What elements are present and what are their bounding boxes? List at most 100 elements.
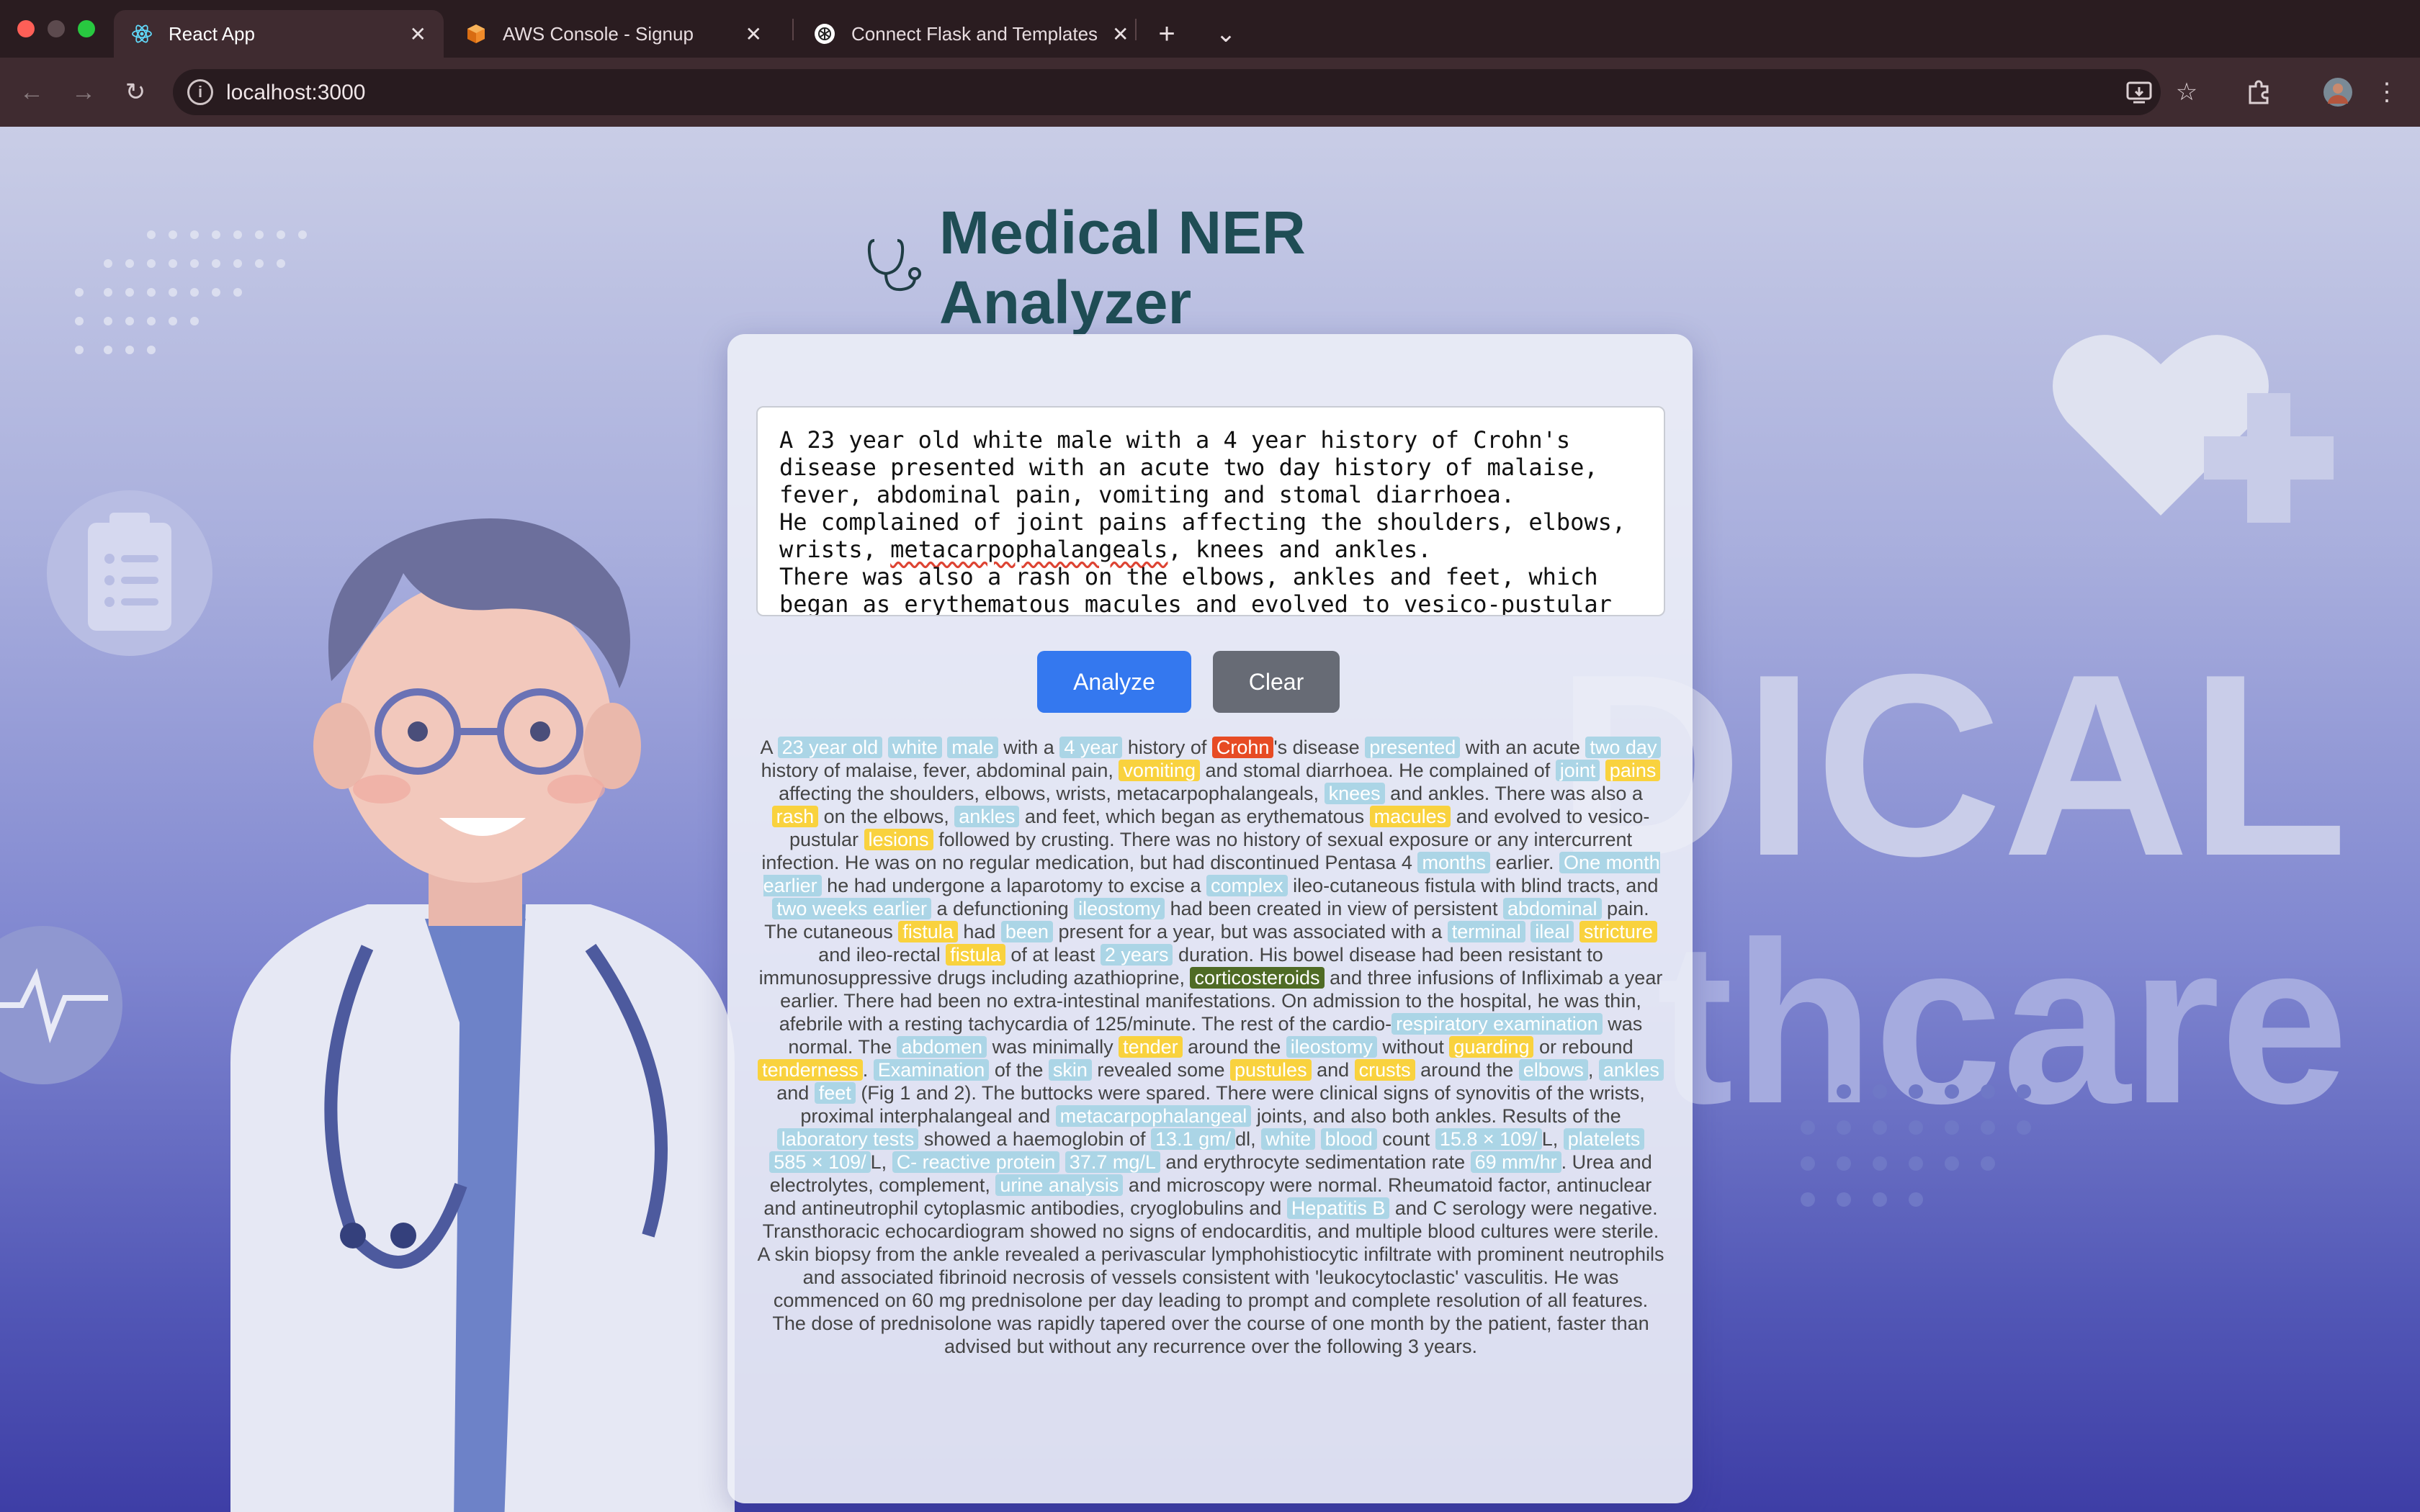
result-text-segment: he had undergone a laparotomy to excise … — [821, 875, 1207, 896]
result-text-segment: of at least — [1005, 944, 1101, 966]
entity-highlight: skin — [1048, 1059, 1092, 1081]
clinical-text-input[interactable]: A 23 year old white male with a 4 year h… — [756, 406, 1665, 616]
entity-highlight: two day — [1585, 737, 1662, 758]
result-text-segment: with an acute — [1460, 737, 1586, 758]
entity-highlight: 23 year old — [777, 737, 883, 758]
heartbeat-bubble-decoration — [0, 926, 122, 1084]
entity-highlight: abdomen — [897, 1036, 987, 1058]
entity-highlight: Examination — [873, 1059, 990, 1081]
entity-highlight: fistula — [898, 921, 958, 942]
result-text-segment: history of — [1122, 737, 1212, 758]
entity-highlight: ankles — [1598, 1059, 1664, 1081]
back-arrow-icon[interactable]: ← — [14, 75, 49, 109]
result-text-segment: without — [1376, 1036, 1450, 1058]
tab-separator — [1135, 19, 1137, 40]
result-text-segment: revealed some — [1091, 1059, 1230, 1081]
entity-highlight: male — [947, 737, 998, 758]
entity-highlight: knees — [1324, 783, 1385, 804]
entity-highlight: pustules — [1230, 1059, 1312, 1081]
result-text-segment: of the — [989, 1059, 1049, 1081]
result-text-segment — [1315, 1128, 1321, 1150]
close-window-button[interactable] — [17, 20, 35, 37]
install-app-icon[interactable] — [2122, 75, 2156, 109]
bookmark-star-icon[interactable]: ☆ — [2169, 75, 2204, 109]
new-tab-button[interactable]: + — [1150, 10, 1184, 58]
result-text-segment: and ileo-rectal — [818, 944, 946, 966]
result-text-segment: present for a year, but was associated w… — [1052, 921, 1448, 942]
tab-list-chevron-icon[interactable]: ⌄ — [1209, 10, 1243, 58]
entity-highlight: fistula — [946, 944, 1005, 966]
entity-highlight: complex — [1206, 875, 1288, 896]
result-text-segment: showed a haemoglobin of — [918, 1128, 1152, 1150]
result-text-segment: and stomal diarrhoea. He complained of — [1199, 760, 1556, 781]
entity-highlight: ileostomy — [1074, 898, 1165, 919]
entity-highlight: been — [1000, 921, 1053, 942]
entity-highlight: 2 years — [1100, 944, 1173, 966]
entity-highlight: respiratory examination — [1392, 1013, 1603, 1035]
browser-menu-icon[interactable]: ⋮ — [2370, 75, 2404, 109]
result-text-segment: , — [1587, 1059, 1599, 1081]
entity-highlight: platelets — [1563, 1128, 1645, 1150]
tab-title: Connect Flask and Templates — [851, 22, 1098, 45]
entity-highlight: 15.8 × 109/ — [1435, 1128, 1542, 1150]
clear-button[interactable]: Clear — [1213, 651, 1340, 713]
tab-aws-console[interactable]: AWS Console - Signup ✕ — [448, 10, 779, 58]
entity-highlight: vomiting — [1119, 760, 1200, 781]
entity-highlight: 69 mm/hr — [1470, 1151, 1561, 1173]
analyze-button[interactable]: Analyze — [1037, 651, 1191, 713]
entity-highlight: 37.7 mg/L — [1065, 1151, 1160, 1173]
zoom-window-button[interactable] — [78, 20, 95, 37]
browser-toolbar: ← → ↻ i localhost:3000 ☆ ⋮ — [0, 58, 2420, 127]
analyzer-card: A 23 year old white male with a 4 year h… — [727, 334, 1693, 1503]
address-bar[interactable]: i localhost:3000 — [173, 69, 2161, 115]
entity-highlight: abdominal — [1502, 898, 1602, 919]
entity-highlight: blood — [1320, 1128, 1377, 1150]
tab-react-app[interactable]: React App ✕ — [114, 10, 444, 58]
result-text-segment: L, — [870, 1151, 892, 1173]
entity-highlight: ileostomy — [1286, 1036, 1377, 1058]
aws-cube-icon — [465, 23, 487, 45]
result-text-segment: 's disease — [1273, 737, 1366, 758]
entity-highlight: laboratory tests — [776, 1128, 919, 1150]
entity-highlight: guarding — [1449, 1036, 1534, 1058]
result-text-segment: A — [760, 737, 778, 758]
close-tab-icon[interactable]: ✕ — [1112, 22, 1129, 46]
close-tab-icon[interactable]: ✕ — [745, 22, 762, 46]
result-text-segment: and C serology were negative. Transthora… — [757, 1197, 1664, 1357]
entity-highlight: Hepatitis B — [1286, 1197, 1390, 1219]
result-text-segment: and erythrocyte sedimentation rate — [1160, 1151, 1471, 1173]
result-text-segment — [882, 737, 888, 758]
tab-connect-flask[interactable]: Connect Flask and Templates ✕ — [797, 10, 1129, 58]
result-text-segment: and ankles. There was also a — [1384, 783, 1643, 804]
page-title: Medical NER Analyzer — [864, 199, 1556, 336]
minimize-window-button[interactable] — [48, 20, 65, 37]
stethoscope-icon — [864, 236, 925, 300]
result-text-segment: affecting the shoulders, elbows, wrists,… — [779, 783, 1325, 804]
result-text-segment: around the — [1182, 1036, 1286, 1058]
entity-highlight: elbows — [1518, 1059, 1588, 1081]
result-text-segment: with a — [998, 737, 1060, 758]
result-text-segment: joints, and also both ankles. Results of… — [1251, 1105, 1621, 1127]
result-text-segment: around the — [1415, 1059, 1519, 1081]
profile-avatar[interactable] — [2321, 75, 2355, 109]
entity-highlight: rash — [771, 806, 819, 827]
forward-arrow-icon[interactable]: → — [66, 75, 101, 109]
result-text-segment: or rebound — [1533, 1036, 1634, 1058]
reload-icon[interactable]: ↻ — [118, 75, 153, 109]
entity-highlight: 13.1 gm/ — [1151, 1128, 1236, 1150]
entity-highlight: feet — [814, 1082, 856, 1104]
result-text-segment — [1574, 921, 1579, 942]
entity-highlight: ankles — [954, 806, 1020, 827]
site-info-icon[interactable]: i — [187, 79, 213, 105]
result-text-segment: dl, — [1235, 1128, 1262, 1150]
entity-highlight: presented — [1365, 737, 1461, 758]
close-tab-icon[interactable]: ✕ — [410, 22, 426, 46]
dot-pattern-decoration-right — [1801, 1084, 2031, 1207]
extensions-puzzle-icon[interactable] — [2241, 75, 2276, 109]
result-text-segment: was minimally — [987, 1036, 1119, 1058]
entity-highlight: Crohn — [1211, 737, 1274, 758]
browser-tab-bar: React App ✕ AWS Console - Signup ✕ Conne… — [0, 0, 2420, 58]
entity-highlight: metacarpophalangeal — [1055, 1105, 1252, 1127]
dot-pattern-decoration — [75, 230, 307, 354]
tab-title: React App — [169, 22, 255, 45]
